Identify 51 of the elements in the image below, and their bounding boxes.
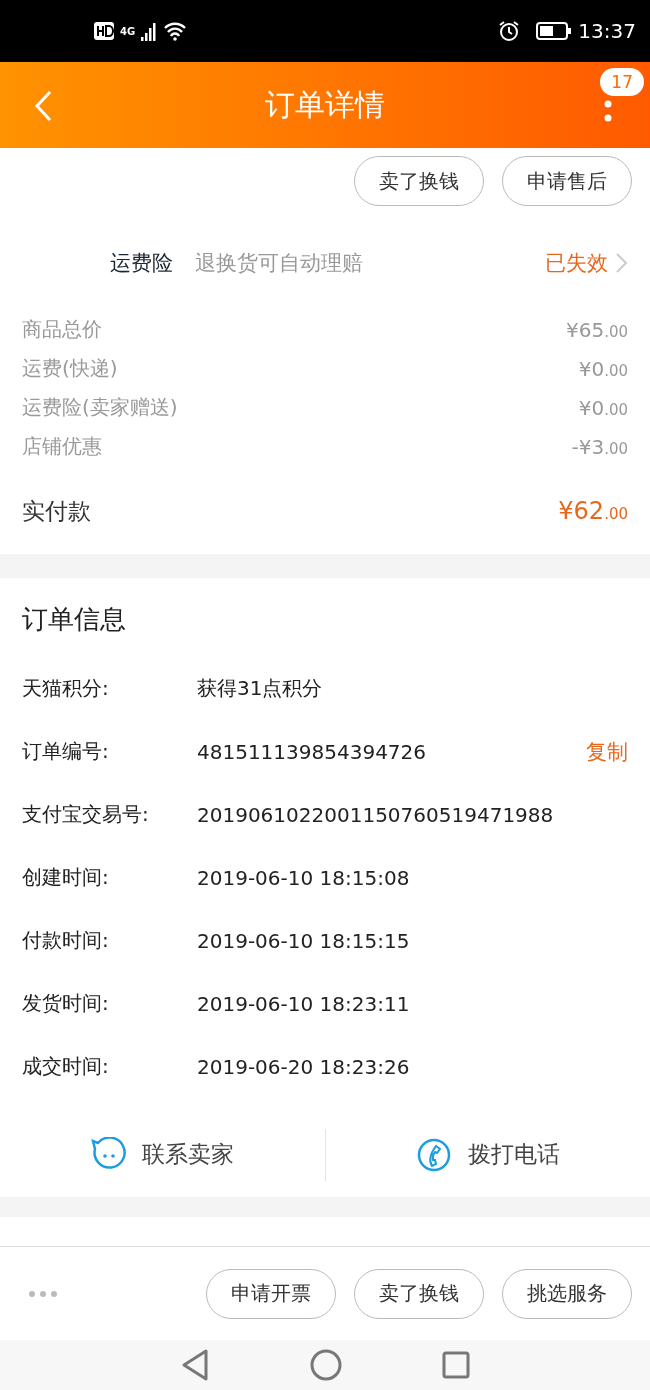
action-button[interactable]: 卖了换钱 — [354, 1268, 484, 1319]
back-icon[interactable] — [34, 90, 52, 122]
insurance-name: 运费险 — [110, 250, 173, 277]
alarm-icon — [498, 20, 521, 42]
price-amount: ¥0.00 — [578, 356, 628, 381]
price-amount: ¥65.00 — [565, 317, 628, 342]
network-type: 4G — [120, 25, 136, 37]
info-value: 481511139854394726 — [197, 739, 428, 764]
chevron-right-icon — [614, 252, 628, 274]
price-label: 运费险(卖家赠送) — [22, 394, 178, 421]
info-label: 付款时间: — [22, 927, 110, 954]
info-value: 2019-06-10 18:23:11 — [197, 991, 411, 1016]
price-amount: -¥3.00 — [571, 434, 628, 459]
home-circle-icon[interactable] — [310, 1349, 342, 1381]
total-amount: ¥62.00 — [558, 497, 628, 525]
clock-time: 13:37 — [578, 19, 636, 43]
info-value: 获得31点积分 — [197, 675, 324, 702]
info-value: 2019-06-20 18:23:26 — [197, 1054, 411, 1079]
info-label: 订单编号: — [22, 738, 110, 765]
signal-icon — [141, 21, 158, 41]
contact-button[interactable]: 联系卖家 — [142, 1139, 235, 1170]
total-label: 实付款 — [22, 496, 91, 526]
info-label: 发货时间: — [22, 990, 110, 1017]
price-label: 商品总价 — [22, 316, 102, 343]
contact-button[interactable]: 拨打电话 — [467, 1139, 560, 1170]
battery-icon — [536, 21, 573, 41]
section-title: 订单信息 — [21, 603, 127, 636]
more-dots-icon — [28, 1289, 58, 1298]
action-button[interactable]: 挑选服务 — [502, 1268, 632, 1319]
back-triangle-icon[interactable] — [180, 1348, 210, 1382]
recent-square-icon[interactable] — [442, 1351, 470, 1379]
phone-icon — [415, 1136, 452, 1173]
info-label: 创建时间: — [22, 864, 110, 891]
action-button[interactable]: 申请售后 — [502, 156, 632, 206]
info-value: 2019-06-10 18:15:15 — [197, 928, 411, 953]
hd-icon — [94, 22, 114, 40]
action-button[interactable]: 卖了换钱 — [354, 156, 484, 206]
info-label: 成交时间: — [22, 1053, 110, 1080]
price-label: 运费(快递) — [22, 355, 118, 382]
notification-badge: 17 — [600, 68, 644, 96]
info-value: 2019061022001150760519471988 — [197, 802, 555, 827]
info-value: 2019-06-10 18:15:08 — [197, 865, 411, 890]
info-label: 天猫积分: — [22, 675, 110, 702]
price-label: 店铺优惠 — [22, 433, 102, 460]
price-amount: ¥0.00 — [578, 395, 628, 420]
more-icon[interactable] — [604, 100, 612, 124]
page-title: 订单详情 — [265, 85, 385, 124]
action-button[interactable]: 申请开票 — [206, 1268, 336, 1319]
insurance-description: 退换货可自动理赔 — [195, 250, 363, 277]
wifi-icon — [163, 21, 188, 41]
info-label: 支付宝交易号: — [22, 801, 150, 828]
